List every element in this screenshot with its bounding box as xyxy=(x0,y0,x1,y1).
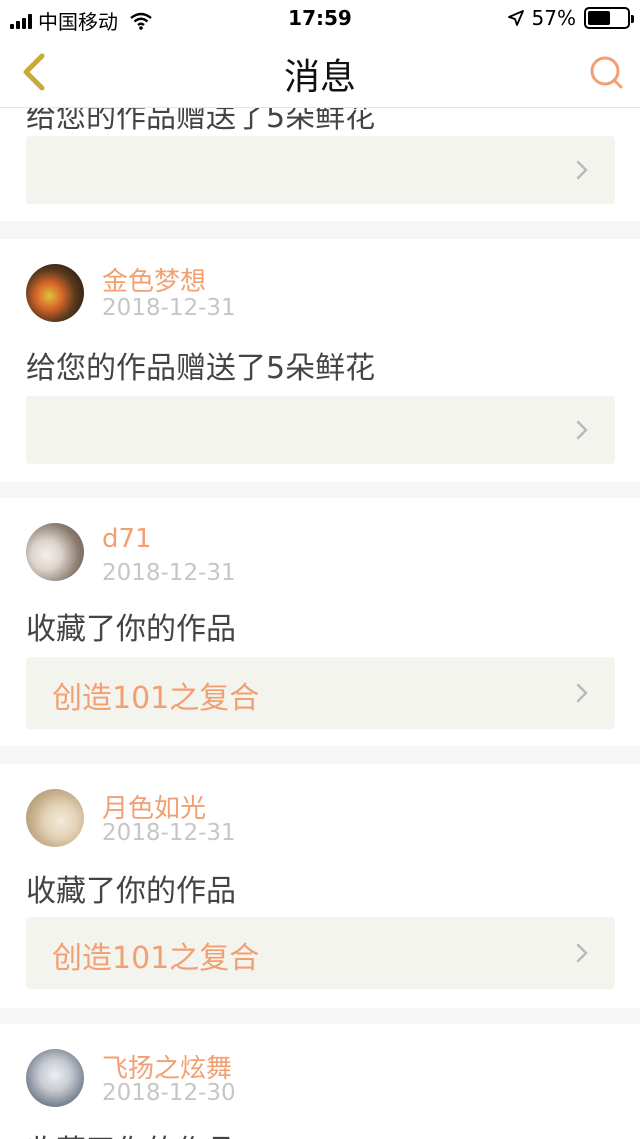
message-action: 给您的作品赠送了5朵鲜花 xyxy=(26,108,376,135)
message-card: d71 2018-12-31 收藏了你的作品 创造101之复合 xyxy=(0,498,640,746)
message-action: 收藏了你的作品 xyxy=(26,612,236,647)
avatar[interactable] xyxy=(26,523,84,581)
message-action: 收藏了你的作品 xyxy=(26,874,236,909)
message-date: 2018-12-31 xyxy=(102,295,236,321)
avatar[interactable] xyxy=(26,264,84,322)
nav-bar: 消息 xyxy=(0,36,640,108)
user-name[interactable]: d71 xyxy=(102,524,152,554)
message-feed[interactable]: 给您的作品赠送了5朵鲜花 金色梦想 2018-12-31 给您的作品赠送了5朵鲜… xyxy=(0,108,640,1139)
work-title: 创造101之复合 xyxy=(52,941,260,976)
message-card: 金色梦想 2018-12-31 给您的作品赠送了5朵鲜花 xyxy=(0,239,640,482)
location-arrow-icon xyxy=(507,10,524,26)
work-link[interactable]: 创造101之复合 xyxy=(26,657,615,729)
battery-percent: 57% xyxy=(531,6,576,30)
message-action: 给您的作品赠送了5朵鲜花 xyxy=(26,351,376,386)
search-icon[interactable] xyxy=(586,52,626,92)
status-right: 57% xyxy=(507,6,634,30)
message-date: 2018-12-31 xyxy=(102,820,236,846)
message-date: 2018-12-30 xyxy=(102,1080,236,1106)
message-card: 月色如光 2018-12-31 收藏了你的作品 创造101之复合 xyxy=(0,764,640,1008)
work-link[interactable]: 创造101之复合 xyxy=(26,917,615,989)
user-name[interactable]: 金色梦想 xyxy=(102,261,206,298)
battery-icon xyxy=(584,7,634,29)
message-card: 飞扬之炫舞 2018-12-30 收藏了你的作品 xyxy=(0,1024,640,1139)
page-title: 消息 xyxy=(283,57,356,98)
avatar[interactable] xyxy=(26,789,84,847)
work-title: 创造101之复合 xyxy=(52,681,260,716)
message-card: 给您的作品赠送了5朵鲜花 xyxy=(0,108,640,221)
avatar[interactable] xyxy=(26,1049,84,1107)
status-bar: 中国移动 17:59 57% xyxy=(0,0,640,36)
chevron-right-icon xyxy=(576,683,588,703)
chevron-right-icon xyxy=(576,943,588,963)
message-date: 2018-12-31 xyxy=(102,560,236,586)
work-link[interactable] xyxy=(26,396,615,464)
chevron-right-icon xyxy=(576,420,588,440)
message-action: 收藏了你的作品 xyxy=(26,1126,236,1139)
chevron-right-icon xyxy=(576,160,588,180)
work-link[interactable] xyxy=(26,136,615,204)
